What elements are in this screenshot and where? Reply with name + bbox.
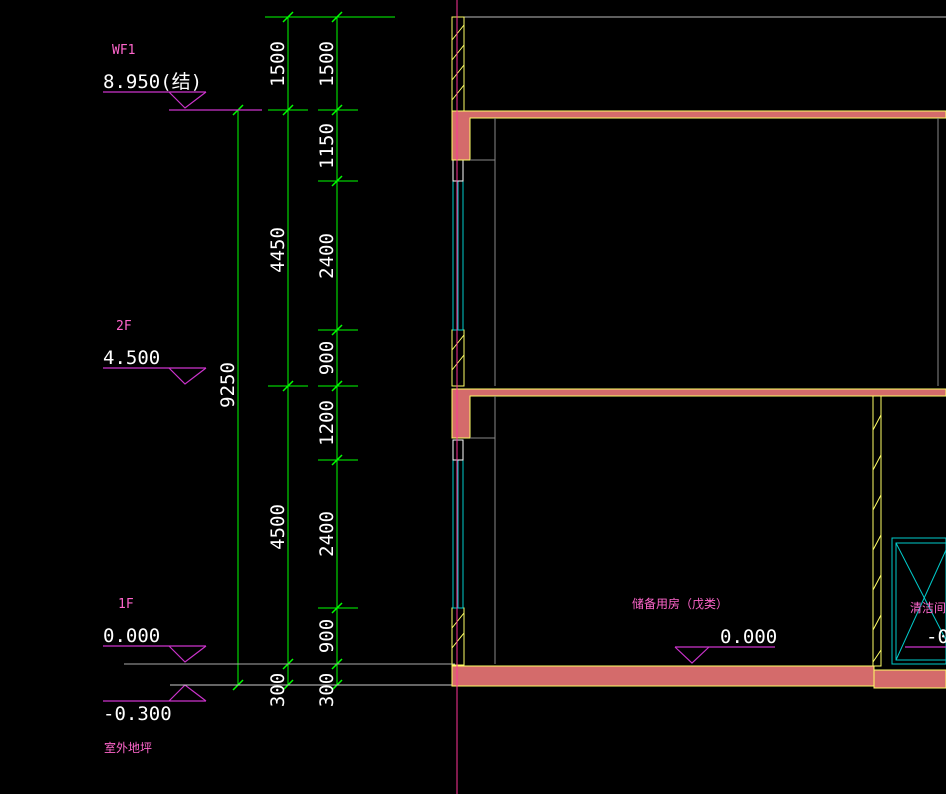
- room-elev-storage: 0.000: [720, 626, 777, 648]
- level-tag-wf1: WF1: [112, 43, 135, 58]
- dim-detail-8: 300: [316, 673, 338, 707]
- level-tag-1f: 1F: [118, 597, 134, 612]
- level-elev-1f: 0.000: [103, 625, 160, 647]
- floor-2f-slab: [451, 388, 946, 439]
- section-drawing: 9250 1500 4450 4500 300 1500 1150 2400 9…: [103, 0, 946, 794]
- dim-detail-7: 900: [316, 619, 338, 653]
- dim-detail-3: 2400: [316, 233, 338, 279]
- ground-label: 室外地坪: [104, 740, 152, 755]
- elevation-symbol-ground: [103, 684, 207, 702]
- elevation-symbol-storage: [674, 646, 775, 664]
- dimension-text: 9250 1500 4450 4500 300 1500 1150 2400 9…: [217, 41, 338, 707]
- dim-floor-top: 1500: [267, 41, 289, 87]
- level-tag-2f: 2F: [116, 319, 132, 334]
- dim-detail-5: 1200: [316, 400, 338, 446]
- dim-detail-6: 2400: [316, 511, 338, 557]
- partition-wall: [872, 395, 882, 667]
- ground-slab: [451, 665, 875, 687]
- dim-total-9250: 9250: [217, 362, 239, 408]
- room-name-cleaning: 清洁间: [910, 601, 946, 615]
- building-section: [451, 0, 946, 794]
- level-markers: WF1 8.950(结) 2F 4.500 1F 0.000 -0.300 室外…: [103, 43, 455, 755]
- window-upper: [452, 180, 464, 331]
- dim-floor-base: 300: [267, 673, 289, 707]
- dim-detail-2: 1150: [316, 123, 338, 169]
- ground-slab-right: [873, 669, 946, 689]
- dim-detail-1: 1500: [316, 41, 338, 87]
- dim-floor-lower: 4500: [267, 504, 289, 550]
- level-elev-2f: 4.500: [103, 347, 160, 369]
- room-name-storage: 储备用房（戊类）: [632, 596, 728, 611]
- dim-floor-upper: 4450: [267, 227, 289, 273]
- dim-detail-4: 900: [316, 341, 338, 375]
- window-lower: [452, 459, 464, 609]
- level-elev-wf1: 8.950(结): [103, 71, 202, 93]
- elevation-symbol-2f: [103, 367, 207, 385]
- roof-slab: [451, 110, 946, 161]
- dimension-lines: [216, 11, 395, 691]
- level-elev-ground: -0.300: [103, 703, 172, 725]
- room-elev-cleaning: -0: [926, 626, 946, 648]
- elevation-symbol-1f: [103, 645, 207, 663]
- elevation-symbol-wf1: [103, 91, 262, 111]
